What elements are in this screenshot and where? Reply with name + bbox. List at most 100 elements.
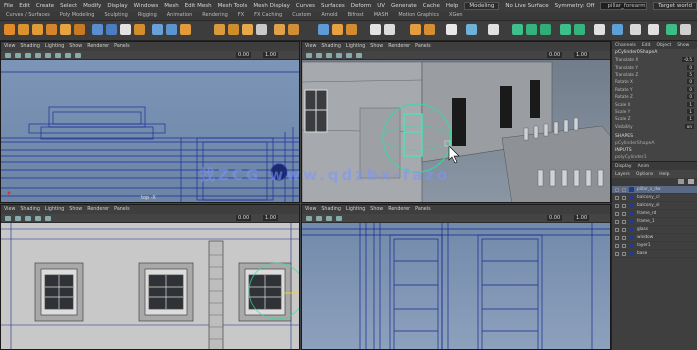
poly-count-icon[interactable] [318,24,329,35]
shadow-icon[interactable] [55,53,61,58]
viewport-menu-view[interactable]: View [305,44,316,49]
visibility-toggle-icon[interactable] [615,211,619,216]
attr-value[interactable]: 0 [687,86,694,92]
viewport-menu-shading[interactable]: Shading [20,207,40,212]
gamma-field[interactable]: 1.00 [574,215,590,221]
paint-icon[interactable] [446,24,457,35]
viewport-menu-lighting[interactable]: Lighting [45,44,64,49]
mesh-icon[interactable] [512,24,523,35]
layer-color-swatch[interactable] [629,219,634,224]
viewport-menu-panels[interactable]: Panels [114,207,129,212]
layer-color-swatch[interactable] [629,235,634,240]
exposure-field[interactable]: 0.00 [236,215,252,221]
attr-row[interactable]: Scale Z 1 [612,115,697,122]
camera-icon[interactable] [306,216,312,221]
cube-icon[interactable] [18,24,29,35]
layer-row[interactable]: frame_1 [612,218,697,226]
menu-create[interactable]: Create [36,3,54,9]
menu-mesh-display[interactable]: Mesh Display [253,3,290,9]
menu-layers[interactable]: Layers [615,172,630,177]
name-field[interactable]: pillar_forearm2 [600,2,648,10]
layer-row[interactable]: balcony_cl [612,194,697,202]
plane-icon[interactable] [60,24,71,35]
shelf-tab[interactable]: Sculpting [104,12,127,20]
sculpt-icon[interactable] [424,24,435,35]
visibility-toggle-icon[interactable] [615,187,619,192]
menu-options[interactable]: Options [636,172,653,177]
layer-color-swatch[interactable] [629,195,634,200]
viewport-menu-view[interactable]: View [305,207,316,212]
exposure-field[interactable]: 0.00 [547,52,563,58]
multicut-icon[interactable] [214,24,225,35]
layout-icon[interactable] [680,24,691,35]
pencil-icon[interactable] [488,24,499,35]
viewport-menu-renderer[interactable]: Renderer [87,207,109,212]
tab-edit[interactable]: Edit [642,43,651,48]
playback-toggle-icon[interactable] [622,219,626,224]
wireframe-icon[interactable] [316,53,322,58]
fill-hole-icon[interactable] [242,24,253,35]
attr-value[interactable]: 5 [687,71,694,77]
outliner-icon[interactable] [594,24,605,35]
menu-curves[interactable]: Curves [296,3,315,9]
menu-edit[interactable]: Edit [19,3,30,9]
viewport-menu-view[interactable]: View [4,44,15,49]
menu-help[interactable]: Help [659,172,669,177]
menu-uv[interactable]: UV [377,3,385,9]
cone-icon[interactable] [46,24,57,35]
combine-icon[interactable] [92,24,103,35]
shadow-icon[interactable] [356,53,362,58]
viewport-menu-panels[interactable]: Panels [415,44,430,49]
camera-icon[interactable] [5,53,11,58]
attr-value[interactable]: -0.5 [681,57,694,63]
layer-color-swatch[interactable] [629,203,634,208]
gamma-field[interactable]: 1.00 [263,215,279,221]
playback-toggle-icon[interactable] [622,195,626,200]
menu-cache[interactable]: Cache [423,3,440,9]
target-select[interactable]: Target world [653,2,697,10]
attr-row[interactable]: Visibility on [612,123,697,130]
attr-value[interactable]: 0 [687,79,694,85]
shelf-tab[interactable]: FX [238,12,244,20]
layer-color-swatch[interactable] [629,227,634,232]
target-weld-icon[interactable] [228,24,239,35]
layer-row[interactable]: layer1 [612,242,697,250]
camera-icon[interactable] [306,53,312,58]
layer-color-swatch[interactable] [629,251,634,256]
texture-icon[interactable] [336,216,342,221]
attr-row[interactable]: Scale Y 1 [612,108,697,115]
viewport-menu-show[interactable]: Show [370,44,383,49]
texture-icon[interactable] [35,53,41,58]
mode-select[interactable]: Modeling [464,2,500,10]
playback-toggle-icon[interactable] [622,243,626,248]
planar-map-icon[interactable] [288,24,299,35]
shelf-tab[interactable]: Motion Graphics [398,12,439,20]
bevel-icon[interactable] [180,24,191,35]
attr-value[interactable]: 0 [687,94,694,100]
history-icon[interactable] [540,24,551,35]
camera-icon[interactable] [5,216,11,221]
attr-row[interactable]: Rotate Y 0 [612,86,697,93]
tab-object[interactable]: Object [657,43,672,48]
menu-windows[interactable]: Windows [134,3,159,9]
visibility-toggle-icon[interactable] [615,219,619,224]
attr-value[interactable]: on [684,123,694,129]
visibility-toggle-icon[interactable] [615,251,619,256]
visibility-toggle-icon[interactable] [615,235,619,240]
playback-toggle-icon[interactable] [622,235,626,240]
viewport-front[interactable]: View Shading Lighting Show Renderer Pane… [0,204,300,350]
layer-color-swatch[interactable] [629,211,634,216]
menu-surfaces[interactable]: Surfaces [321,3,345,9]
wireframe-icon[interactable] [15,53,21,58]
light-icon[interactable] [346,53,352,58]
shelf-tab[interactable]: FX Caching [254,12,282,20]
center-pivot-icon[interactable] [560,24,571,35]
attr-value[interactable]: 1 [687,101,694,107]
menu-file[interactable]: File [4,3,13,9]
gamma-field[interactable]: 1.00 [263,52,279,58]
layer-row[interactable]: balcony_sl [612,202,697,210]
smooth-shade-icon[interactable] [25,216,31,221]
menu-display[interactable]: Display [107,3,127,9]
shape-name[interactable]: pCylinderShapeA [612,140,697,147]
live-surface-label[interactable]: No Live Surface [505,3,548,9]
